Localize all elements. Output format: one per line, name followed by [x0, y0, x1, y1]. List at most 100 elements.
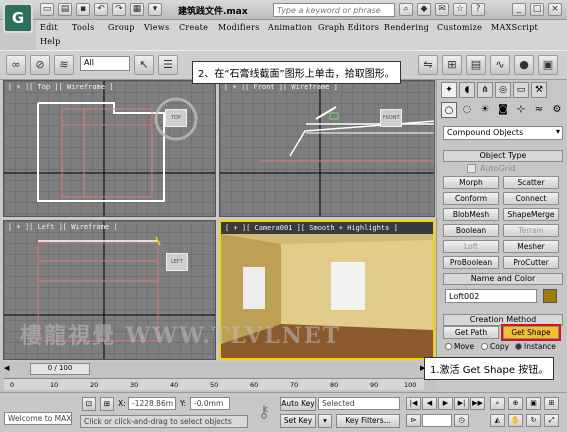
go-to-end-icon[interactable]: ▶▶	[470, 397, 485, 410]
save-icon[interactable]: ▪	[76, 3, 90, 16]
quick-access-dropdown-icon[interactable]: ▾	[148, 3, 162, 16]
key-filters-button[interactable]: Key Filters...	[336, 414, 400, 428]
proboolean-button[interactable]: ProBoolean	[443, 256, 499, 269]
viewport-top-label[interactable]: [ + ][ Top ][ Wireframe ]	[8, 83, 113, 91]
project-folder-icon[interactable]: ▦	[130, 3, 144, 16]
render-setup-icon[interactable]: ▣	[538, 55, 558, 75]
zoom-all-icon[interactable]: ⊕	[508, 397, 523, 410]
set-key-icon[interactable]: ⚷	[252, 397, 276, 427]
redo-icon[interactable]: ↷	[112, 3, 126, 16]
create-tab-icon[interactable]: ✦	[441, 82, 457, 98]
zoom-icon[interactable]: ⌕	[490, 397, 505, 410]
key-mode-dropdown[interactable]: Selected	[318, 397, 400, 410]
lights-icon[interactable]: ☀	[477, 102, 493, 118]
menu-animation[interactable]: Animation	[268, 23, 312, 32]
material-editor-icon[interactable]: ●	[514, 55, 534, 75]
next-frame-icon[interactable]: ▶|	[454, 397, 469, 410]
app-logo-icon[interactable]: G	[3, 3, 33, 33]
menu-rendering[interactable]: Rendering	[384, 23, 429, 32]
selection-filter-select[interactable]: All	[80, 56, 130, 71]
track-bar[interactable]: 0 10 20 30 40 50 60 70 80 90 100	[4, 378, 424, 390]
menu-views[interactable]: Views	[144, 23, 169, 32]
communication-icon[interactable]: ✉	[435, 3, 449, 16]
cameras-icon[interactable]: ◙	[495, 102, 511, 118]
instance-radio[interactable]	[515, 343, 522, 350]
connect-button[interactable]: Connect	[503, 192, 559, 205]
object-type-header[interactable]: Object Type	[443, 150, 563, 162]
absolute-mode-icon[interactable]: ⊞	[100, 397, 114, 411]
open-file-icon[interactable]: ▤	[58, 3, 72, 16]
utilities-tab-icon[interactable]: ⚒	[531, 82, 547, 98]
maxscript-listener[interactable]: Welcome to MAX!	[4, 412, 72, 425]
current-frame-field[interactable]	[422, 414, 452, 427]
undo-icon[interactable]: ↶	[94, 3, 108, 16]
go-to-start-icon[interactable]: |◀	[406, 397, 421, 410]
procutter-button[interactable]: ProCutter	[503, 256, 559, 269]
blobmesh-button[interactable]: BlobMesh	[443, 208, 499, 221]
viewport-top[interactable]: TOP [ + ][ Top ][ Wireframe ]	[3, 80, 216, 217]
new-file-icon[interactable]: ▭	[40, 3, 54, 16]
menu-modifiers[interactable]: Modifiers	[218, 23, 260, 32]
morph-button[interactable]: Morph	[443, 176, 499, 189]
menu-maxscript[interactable]: MAXScript	[491, 23, 538, 32]
previous-frame-icon[interactable]: ◀	[422, 397, 437, 410]
select-by-name-icon[interactable]: ☰	[158, 55, 178, 75]
helpers-icon[interactable]: ⊹	[513, 102, 529, 118]
select-object-icon[interactable]: ↖	[134, 55, 154, 75]
subscription-icon[interactable]: ◆	[417, 3, 431, 16]
hierarchy-tab-icon[interactable]: ⋔	[477, 82, 493, 98]
timeline-prev-icon[interactable]: ◀	[4, 364, 14, 376]
loft-button[interactable]: Loft	[443, 240, 499, 253]
mirror-icon[interactable]: ⇋	[418, 55, 438, 75]
orbit-icon[interactable]: ↻	[526, 414, 541, 427]
time-slider[interactable]: 0 / 100	[30, 363, 90, 375]
object-color-swatch[interactable]	[543, 289, 557, 303]
menu-create[interactable]: Create	[179, 23, 208, 32]
conform-button[interactable]: Conform	[443, 192, 499, 205]
viewport-camera-label[interactable]: [ + ][ Camera001 ][ Smooth + Highlights …	[225, 224, 398, 232]
minimize-icon[interactable]: _	[512, 3, 526, 16]
object-name-field[interactable]	[445, 289, 537, 303]
auto-key-button[interactable]: Auto Key	[280, 397, 316, 411]
zoom-extents-icon[interactable]: ▣	[526, 397, 541, 410]
key-filter-icon[interactable]: ▾	[318, 414, 332, 428]
viewcube-front[interactable]: FRONT	[380, 109, 402, 127]
y-coordinate-field[interactable]: -0.0mm	[190, 397, 230, 410]
mesher-button[interactable]: Mesher	[503, 240, 559, 253]
maximize-viewport-icon[interactable]: ⤢	[544, 414, 559, 427]
copy-radio[interactable]	[481, 343, 488, 350]
help-icon[interactable]: ?	[471, 3, 485, 16]
name-color-header[interactable]: Name and Color	[443, 273, 563, 285]
display-tab-icon[interactable]: ▭	[513, 82, 529, 98]
scatter-button[interactable]: Scatter	[503, 176, 559, 189]
lock-selection-icon[interactable]: ⊡	[82, 397, 96, 411]
unlink-icon[interactable]: ⊘	[30, 55, 50, 75]
play-icon[interactable]: ▶	[438, 397, 453, 410]
menu-tools[interactable]: Tools	[72, 23, 95, 32]
viewport-front[interactable]: FRONT [ + ][ Front ][ Wireframe ]	[219, 80, 435, 217]
pan-icon[interactable]: ✋	[508, 414, 523, 427]
terrain-button[interactable]: Terrain	[503, 224, 559, 237]
viewport-left-label[interactable]: [ + ][ Left ][ Wireframe ]	[8, 223, 118, 231]
viewcube-left[interactable]: LEFT	[166, 253, 188, 271]
get-shape-button[interactable]: Get Shape	[501, 324, 561, 341]
boolean-button[interactable]: Boolean	[443, 224, 499, 237]
menu-help[interactable]: Help	[40, 37, 61, 46]
space-warps-icon[interactable]: ≈	[531, 102, 547, 118]
shapemerge-button[interactable]: ShapeMerge	[503, 208, 559, 221]
layer-manager-icon[interactable]: ▤	[466, 55, 486, 75]
move-radio[interactable]	[445, 343, 452, 350]
set-key-button[interactable]: Set Key	[280, 414, 316, 428]
search-icon[interactable]: ⌕	[399, 3, 413, 16]
get-path-button[interactable]: Get Path	[443, 326, 499, 339]
menu-group[interactable]: Group	[108, 23, 135, 32]
key-mode-toggle-icon[interactable]: ⊳	[406, 414, 421, 427]
geometry-icon[interactable]: ○	[441, 102, 457, 118]
shapes-icon[interactable]: ◌	[459, 102, 475, 118]
curve-editor-icon[interactable]: ∿	[490, 55, 510, 75]
x-coordinate-field[interactable]: -1228.86m	[128, 397, 176, 410]
favorites-icon[interactable]: ☆	[453, 3, 467, 16]
systems-icon[interactable]: ⚙	[549, 102, 565, 118]
time-config-icon[interactable]: ◷	[454, 414, 469, 427]
menu-customize[interactable]: Customize	[437, 23, 482, 32]
